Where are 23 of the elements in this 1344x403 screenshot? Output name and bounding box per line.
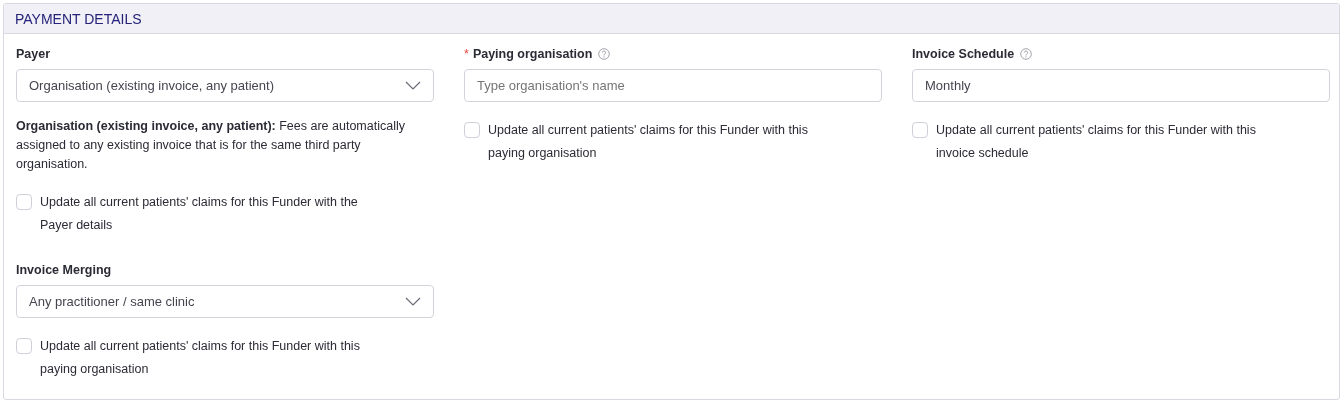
text-field[interactable]: Type organisation's name bbox=[464, 69, 882, 102]
required-mark: * bbox=[464, 47, 469, 61]
field-label: Invoice Merging bbox=[16, 263, 112, 277]
checkbox-label: Update all current patients' claims for this Funder with the Payer details bbox=[40, 194, 359, 234]
field-label: Invoice Schedule bbox=[912, 47, 1015, 61]
chevron-down-icon bbox=[405, 297, 421, 306]
checkbox-label: Update all current patients' claims for this Funder with this paying organisation bbox=[488, 122, 809, 162]
help-icon[interactable] bbox=[598, 48, 611, 60]
payer-description: Organisation (existing invoice, any patient): Fees are automatically assigned to any existing invoice that is for the same third party organisation. bbox=[16, 118, 406, 173]
dropdown[interactable]: Organisation (existing invoice, any patient) bbox=[16, 69, 434, 102]
field-label: Paying organisation bbox=[472, 47, 593, 61]
section-title: PAYMENT DETAILS bbox=[15, 10, 142, 27]
checkbox-label: Update all current patients' claims for this Funder with this paying organisation bbox=[40, 338, 361, 378]
checkbox[interactable] bbox=[464, 122, 480, 138]
dropdown[interactable]: Any practitioner / same clinic bbox=[16, 285, 434, 318]
checkbox[interactable] bbox=[912, 122, 928, 138]
checkbox[interactable] bbox=[16, 338, 32, 354]
checkbox[interactable] bbox=[16, 194, 32, 210]
field-label: Payer bbox=[16, 47, 51, 61]
help-icon[interactable] bbox=[1020, 48, 1033, 60]
text-field[interactable]: Monthly bbox=[912, 69, 1330, 102]
checkbox-label: Update all current patients' claims for this Funder with this invoice schedule bbox=[936, 122, 1257, 162]
chevron-down-icon bbox=[405, 81, 421, 90]
